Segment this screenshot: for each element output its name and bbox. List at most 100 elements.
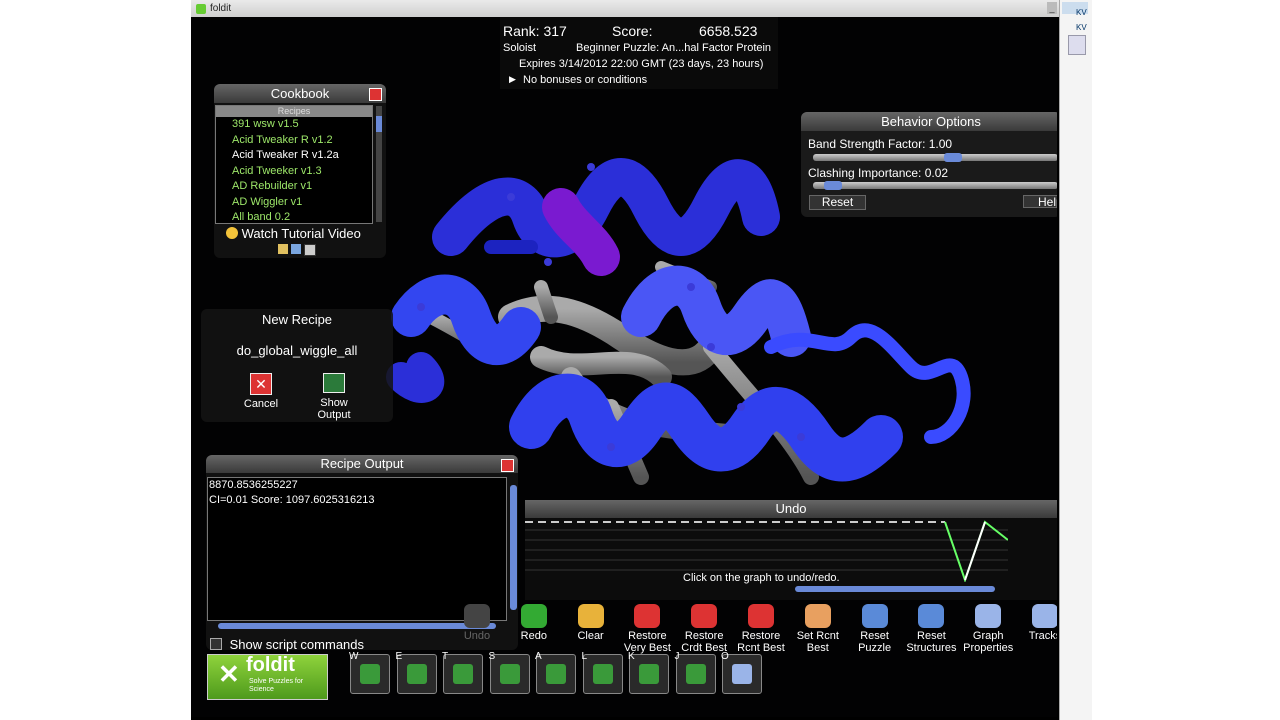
- wiggle-icon: [453, 664, 473, 684]
- toolbar-label: Reset Puzzle: [858, 630, 892, 654]
- toolbar-button-set-rcnt-best[interactable]: Set Rcnt Best: [789, 604, 847, 654]
- score-label: Score:: [612, 23, 653, 39]
- toolbar-button-reset-puzzle[interactable]: Reset Puzzle: [846, 604, 904, 654]
- hotkey-w[interactable]: W: [349, 651, 390, 694]
- hotkey-letter: K: [628, 651, 635, 662]
- output-line: 8870.8536255227: [209, 479, 298, 491]
- heart-icon: [748, 604, 774, 628]
- behavior-reset-button[interactable]: Reset: [809, 195, 866, 210]
- undo-panel: Undo Click on the graph to undo/redo.: [525, 500, 1057, 600]
- output-vscrollbar[interactable]: [510, 485, 517, 610]
- expand-arrow-icon[interactable]: ▶: [509, 74, 516, 85]
- hotkey-s[interactable]: S: [489, 651, 530, 694]
- script-icon[interactable]: [304, 244, 316, 256]
- hotkey-letter: E: [395, 651, 403, 662]
- recipe-item[interactable]: AD Wiggler v1: [216, 195, 372, 211]
- window-title: foldit: [210, 3, 232, 14]
- band-strength-slider[interactable]: [813, 153, 1057, 162]
- clashing-importance-label: Clashing Importance: 0.02: [808, 166, 949, 180]
- side-tab-1[interactable]: KV: [1062, 2, 1088, 17]
- hotkey-e[interactable]: E: [395, 651, 437, 694]
- toolbar-button-reset-structures[interactable]: Reset Structures: [902, 604, 960, 654]
- show-output-button[interactable]: Show Output: [313, 373, 355, 421]
- recipe-name: do_global_wiggle_all: [236, 343, 358, 358]
- toolbar-label: Tracks: [1028, 630, 1057, 642]
- smiley-icon: [226, 227, 238, 239]
- cookbook-header: Cookbook: [214, 84, 386, 103]
- recipe-item[interactable]: Acid Tweaker R v1.2a: [216, 148, 372, 164]
- cancel-button[interactable]: ✕ Cancel: [241, 373, 281, 410]
- hotkey-l[interactable]: L: [581, 651, 623, 694]
- show-script-checkbox[interactable]: [210, 638, 222, 650]
- recipe-scrollbar[interactable]: [376, 106, 382, 222]
- recipe-output-close-button[interactable]: [501, 459, 514, 472]
- show-script-commands-toggle[interactable]: Show script commands: [210, 637, 364, 652]
- hotkey-letter: L: [581, 651, 588, 662]
- hotkey-k[interactable]: K: [628, 651, 669, 694]
- right-margin: [1091, 0, 1280, 720]
- new-recipe-title: New Recipe: [261, 312, 333, 327]
- hotkey-letter: T: [442, 651, 449, 662]
- side-tab-2[interactable]: KV: [1062, 17, 1088, 32]
- recipe-scroll-thumb[interactable]: [376, 116, 382, 132]
- band-strength-label: Band Strength Factor: 1.00: [808, 137, 953, 151]
- new-recipe-panel: New Recipe do_global_wiggle_all ✕ Cancel…: [201, 309, 393, 422]
- recipe-item[interactable]: 391 wsw v1.5: [216, 117, 372, 133]
- loop-icon: [639, 664, 659, 684]
- undo-icon: [464, 604, 490, 628]
- side-tab-1-label: KV: [1076, 8, 1087, 17]
- toolbar-button-redo[interactable]: Redo: [505, 604, 563, 642]
- output-lines: 8870.8536255227 CI=0.01 Score: 1097.60253…: [208, 478, 506, 508]
- behavior-help-button[interactable]: Help: [1023, 195, 1057, 208]
- hotkey-j[interactable]: J: [675, 651, 716, 694]
- show-script-label: Show script commands: [229, 637, 365, 652]
- shake-icon: [360, 664, 380, 684]
- band-strength-thumb[interactable]: [944, 153, 962, 162]
- edit-icon[interactable]: [278, 244, 288, 254]
- move-icon: [546, 664, 566, 684]
- recipe-item[interactable]: AD Rebuilder v1: [216, 179, 372, 195]
- side-icon[interactable]: [1068, 35, 1086, 55]
- left-margin: [0, 0, 191, 720]
- foldit-logo: ✕ foldit Solve Puzzles for Science: [207, 654, 328, 700]
- hotkey-t[interactable]: T: [442, 651, 483, 694]
- toolbar-button-tracks[interactable]: Tracks: [1016, 604, 1057, 642]
- game-viewport[interactable]: Rank: 317 Score: 6658.523 Soloist Beginn…: [191, 17, 1057, 717]
- toolbar-button-clear[interactable]: Clear: [562, 604, 620, 642]
- toolbar-button-restore-rcnt-best[interactable]: Restore Rcnt Best: [732, 604, 790, 654]
- behavior-header: Behavior Options: [801, 112, 1057, 131]
- toolbar-label: Reset Structures: [906, 630, 957, 654]
- clashing-importance-thumb[interactable]: [824, 181, 842, 190]
- toolbar-label: Restore Rcnt Best: [737, 630, 785, 654]
- reset-icon: [918, 604, 945, 628]
- cookbook-panel: Cookbook Recipes 391 wsw v1.5 Acid Tweake…: [214, 84, 386, 258]
- behavior-title: Behavior Options: [881, 114, 981, 129]
- recipe-output-header: Recipe Output: [206, 455, 518, 473]
- toolbar-button-graph-properties[interactable]: Graph Properties: [959, 604, 1017, 654]
- recipe-item[interactable]: All band 0.2: [216, 210, 372, 226]
- clashing-importance-slider[interactable]: [813, 181, 1057, 190]
- toolbar-button-restore-very-best[interactable]: Restore Very Best: [618, 604, 676, 654]
- undo-header: Undo: [525, 500, 1057, 518]
- heart-plus-icon: [804, 604, 831, 628]
- logo-tagline: Solve Puzzles for Science: [249, 678, 304, 693]
- foldit-app-icon: [196, 3, 206, 14]
- copy-icon[interactable]: [291, 244, 301, 254]
- gear-icon: [732, 664, 752, 684]
- recipe-list[interactable]: Recipes 391 wsw v1.5 Acid Tweaker R v1.2 A…: [215, 105, 373, 224]
- hotkey-a[interactable]: A: [535, 651, 576, 694]
- hotkey-letter: A: [535, 651, 542, 662]
- minimize-button[interactable]: _: [1047, 2, 1057, 14]
- recipe-output-log[interactable]: 8870.8536255227 CI=0.01 Score: 1097.60253…: [207, 477, 507, 621]
- tutorial-link[interactable]: Watch Tutorial Video: [226, 226, 386, 241]
- toolbar-button-undo[interactable]: Undo: [448, 604, 506, 642]
- hotkey-o[interactable]: O: [721, 651, 762, 694]
- recipe-item[interactable]: Acid Tweaker R v1.2: [216, 133, 372, 149]
- structure-icon: [685, 664, 706, 684]
- recipe-items: 391 wsw v1.5 Acid Tweaker R v1.2 Acid Twea…: [216, 117, 372, 226]
- toolbar-button-restore-crdt-best[interactable]: Restore Crdt Best: [675, 604, 733, 654]
- undo-scrollbar[interactable]: [795, 586, 995, 592]
- broom-icon: [577, 604, 604, 628]
- recipe-item[interactable]: Acid Tweeker v1.3: [216, 164, 372, 180]
- cookbook-minimize-button[interactable]: [369, 88, 382, 101]
